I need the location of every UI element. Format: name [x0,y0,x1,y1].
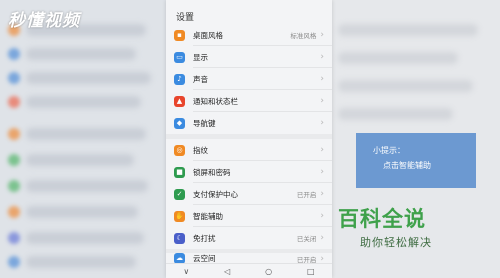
back-icon[interactable]: ◁ [224,267,230,276]
chevron-right-icon: › [320,211,324,221]
chevron-down-icon[interactable]: ∨ [183,267,189,276]
settings-item-lock-screen[interactable]: ■ 锁屏和密码 › [166,161,332,183]
blurred-row [26,206,138,218]
blurred-row [338,24,478,36]
chevron-right-icon: › [320,96,324,106]
settings-item-label: 桌面风格 [193,30,223,40]
blurred-dot [8,72,20,84]
desktop-style-icon: ▪ [174,29,185,41]
display-icon: ▭ [174,51,185,63]
blurred-row [338,52,458,64]
fingerprint-icon: ◎ [174,144,185,156]
do-not-disturb-icon: ☾ [174,232,185,244]
blurred-dot [8,256,20,268]
payment-shield-icon: ✓ [174,188,185,200]
settings-item-notifications[interactable]: ▲ 通知和状态栏 › [166,90,332,112]
blurred-row [26,256,136,268]
blurred-row [26,48,136,60]
chevron-right-icon: › [320,118,324,128]
settings-item-label: 锁屏和密码 [193,167,231,177]
settings-item-value: 已开启 [296,255,317,264]
lock-icon: ■ [174,166,185,178]
blurred-row [26,128,146,140]
blurred-dot [8,48,20,60]
baike-logo-subtitle: 助你轻松解决 [360,236,432,249]
chevron-right-icon: › [320,167,324,177]
blurred-row [26,96,141,108]
settings-item-value: 已关闭 [296,235,317,243]
page-title: 设置 [176,13,195,23]
chevron-right-icon: › [320,52,324,62]
blurred-row [338,80,473,92]
settings-item-label: 智能辅助 [193,211,223,221]
smart-assist-icon: ✋ [174,210,185,222]
blurred-row [26,232,144,244]
video-logo: 秒懂视频 [8,11,80,31]
settings-screen: 设置 ▪ 桌面风格 标准风格 › ▭ 显示 › ♪ 声音 › ▲ 通知和状态栏 … [166,0,332,278]
settings-item-label: 免打扰 [193,233,216,243]
settings-item-label: 声音 [193,74,208,84]
blurred-row [338,108,453,120]
recent-apps-icon[interactable]: □ [307,267,315,276]
blurred-dot [8,154,20,166]
blurred-dot [8,128,20,140]
settings-item-display[interactable]: ▭ 显示 › [166,46,332,68]
tip-box: 小提示： 点击智能辅助 [356,133,476,188]
chevron-right-icon: › [320,30,324,40]
notification-icon: ▲ [174,95,185,107]
settings-item-label: 支付保护中心 [193,189,238,199]
chevron-right-icon: › [320,145,324,155]
tip-title: 小提示： [373,146,405,155]
blurred-row [26,154,134,166]
chevron-right-icon: › [320,233,324,243]
navigation-bar: ∨ ◁ ○ □ [166,263,332,278]
chevron-right-icon: › [320,189,324,199]
settings-item-smart-assist[interactable]: ✋ 智能辅助 › [166,205,332,227]
home-icon[interactable]: ○ [265,267,272,276]
settings-item-desktop-style[interactable]: ▪ 桌面风格 标准风格 › [166,24,332,46]
settings-item-navigation-key[interactable]: ◆ 导航键 › [166,112,332,134]
blurred-dot [8,96,20,108]
settings-item-value: 已开启 [296,191,317,199]
tip-body: 点击智能辅助 [383,161,431,170]
baike-logo-title: 百科全说 [338,207,426,231]
blurred-background-left [0,0,166,278]
settings-item-label: 导航键 [193,118,216,128]
chevron-right-icon: › [320,74,324,84]
settings-item-label: 通知和状态栏 [193,96,238,106]
blurred-dot [8,206,20,218]
sound-icon: ♪ [174,73,185,85]
blurred-dot [8,180,20,192]
navigation-key-icon: ◆ [174,117,185,129]
settings-item-value: 标准风格 [290,32,317,40]
settings-item-do-not-disturb[interactable]: ☾ 免打扰 已关闭 › [166,227,332,249]
chevron-right-icon: › [320,253,324,264]
settings-item-label: 显示 [193,52,208,62]
settings-item-fingerprint[interactable]: ◎ 指纹 › [166,139,332,161]
blurred-row [26,72,151,84]
settings-item-label: 指纹 [193,145,208,155]
settings-item-sound[interactable]: ♪ 声音 › [166,68,332,90]
settings-item-payment-protection[interactable]: ✓ 支付保护中心 已开启 › [166,183,332,205]
blurred-dot [8,232,20,244]
blurred-row [26,180,148,192]
